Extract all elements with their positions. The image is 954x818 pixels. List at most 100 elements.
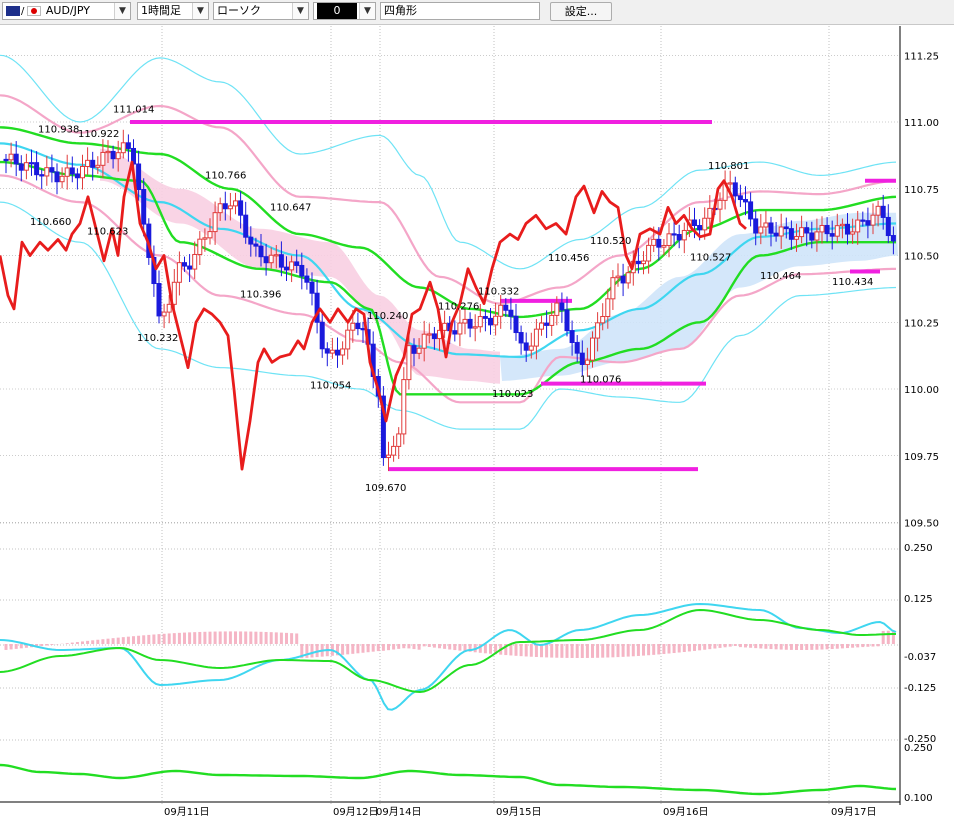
candle-body	[605, 298, 611, 318]
price-annotation: 110.054	[310, 381, 351, 392]
candle-body	[187, 265, 193, 270]
price-annotation: 110.801	[708, 161, 749, 172]
drawing-tool-label: 四角形	[384, 4, 417, 17]
candle-body	[243, 214, 249, 238]
candle-body	[421, 333, 427, 349]
candle-body	[39, 174, 45, 177]
chart-style-label: ローソク	[217, 4, 261, 17]
currency-pair-select[interactable]: / AUD/JPY ▼	[2, 2, 131, 20]
oscillator-panel	[0, 763, 897, 796]
candle-body	[809, 232, 815, 241]
candle-body	[457, 322, 463, 335]
macd-histogram-bar	[636, 644, 640, 656]
price-annotation: 110.076	[580, 375, 621, 386]
candle-body	[90, 159, 96, 168]
macd-histogram-bar	[448, 644, 452, 650]
oscillator-line	[0, 763, 897, 796]
macd-histogram-bar	[75, 642, 79, 644]
macd-histogram-bar	[234, 631, 237, 644]
drawing-tool-field[interactable]: 四角形	[380, 2, 540, 20]
candle-body	[100, 151, 106, 166]
candle-body	[472, 326, 478, 329]
candle-body	[386, 454, 391, 459]
candle-body	[324, 348, 330, 354]
macd-histogram-bar	[101, 639, 105, 644]
candle-body	[309, 281, 315, 294]
candle-body	[503, 304, 509, 311]
candle-body	[115, 152, 121, 160]
candle-body	[345, 329, 351, 350]
au-flag-icon	[6, 6, 20, 16]
candle-body	[488, 317, 493, 326]
macd-histogram-bar	[111, 638, 115, 644]
macd-histogram-bar	[371, 644, 375, 652]
candle-body	[845, 223, 850, 235]
candle-body	[676, 234, 682, 241]
macd-histogram-bar	[361, 644, 365, 653]
candle-body	[625, 272, 631, 284]
price-annotation: 110.332	[478, 286, 519, 297]
candle-body	[401, 379, 407, 435]
candle-body	[18, 163, 24, 171]
candle-body	[788, 228, 794, 240]
macd-histogram-bar	[687, 644, 691, 652]
macd-histogram-bar	[96, 639, 100, 644]
macd-histogram-bar	[172, 633, 176, 644]
macd-histogram-bar	[147, 634, 151, 644]
macd-histogram-bar	[703, 644, 707, 650]
time-tick-label: 09月17日	[831, 806, 876, 818]
candle-body	[610, 277, 616, 300]
macd-histogram-bar	[392, 644, 396, 650]
candle-body	[197, 238, 203, 255]
macd-histogram-bar	[223, 631, 227, 644]
color-select[interactable]: 0 ▼	[313, 2, 376, 20]
macd-histogram-bar	[856, 644, 860, 648]
macd-histogram-bar	[259, 631, 263, 644]
candle-body	[406, 345, 412, 381]
macd-histogram-bar	[591, 644, 594, 658]
macd-histogram-bar	[840, 644, 844, 649]
timeframe-select[interactable]: 1時間足 ▼	[137, 2, 209, 20]
candle-body	[508, 309, 514, 317]
price-annotation: 110.023	[492, 389, 533, 400]
candle-body	[783, 226, 789, 230]
macd-histogram-bar	[81, 641, 84, 644]
macd-histogram-bar	[19, 644, 23, 649]
macd-histogram-bar	[754, 644, 758, 649]
candle-body	[819, 224, 825, 233]
macd-histogram-bar	[397, 644, 401, 649]
macd-histogram-bar	[529, 644, 533, 657]
candle-body	[681, 229, 687, 241]
macd-histogram-bar	[86, 640, 90, 644]
candle-body	[559, 302, 565, 311]
macd-histogram-bar	[188, 632, 192, 644]
macd-histogram-bar	[432, 644, 436, 648]
settings-button[interactable]: 設定...	[550, 2, 612, 21]
candle-body	[304, 275, 310, 283]
chart-style-select[interactable]: ローソク ▼	[213, 2, 309, 20]
candle-body	[666, 233, 672, 246]
chevron-down-icon: ▼	[292, 3, 308, 19]
macd-histogram-bar	[402, 644, 406, 649]
candle-body	[493, 315, 499, 326]
macd-histogram-bar	[167, 633, 171, 644]
candle-body	[411, 345, 417, 354]
price-tick-label: 109.50	[904, 519, 939, 530]
macd-histogram-bar	[784, 644, 788, 650]
candle-body	[880, 205, 886, 218]
candle-body	[136, 163, 142, 191]
macd-histogram-bar	[779, 644, 783, 650]
candle-body	[855, 219, 861, 233]
candle-body	[814, 231, 820, 241]
macd-histogram-bar	[509, 644, 513, 656]
candle-body	[110, 150, 116, 160]
macd-histogram-bar	[183, 632, 186, 644]
macd-histogram-bar	[851, 644, 855, 648]
candle-body	[278, 254, 284, 268]
candle-body	[13, 153, 19, 165]
candle-body	[207, 231, 213, 239]
candle-body	[120, 142, 126, 154]
macd-tick-label: -0.037	[904, 652, 936, 663]
candle-body	[513, 315, 519, 334]
candle-body	[641, 260, 646, 265]
